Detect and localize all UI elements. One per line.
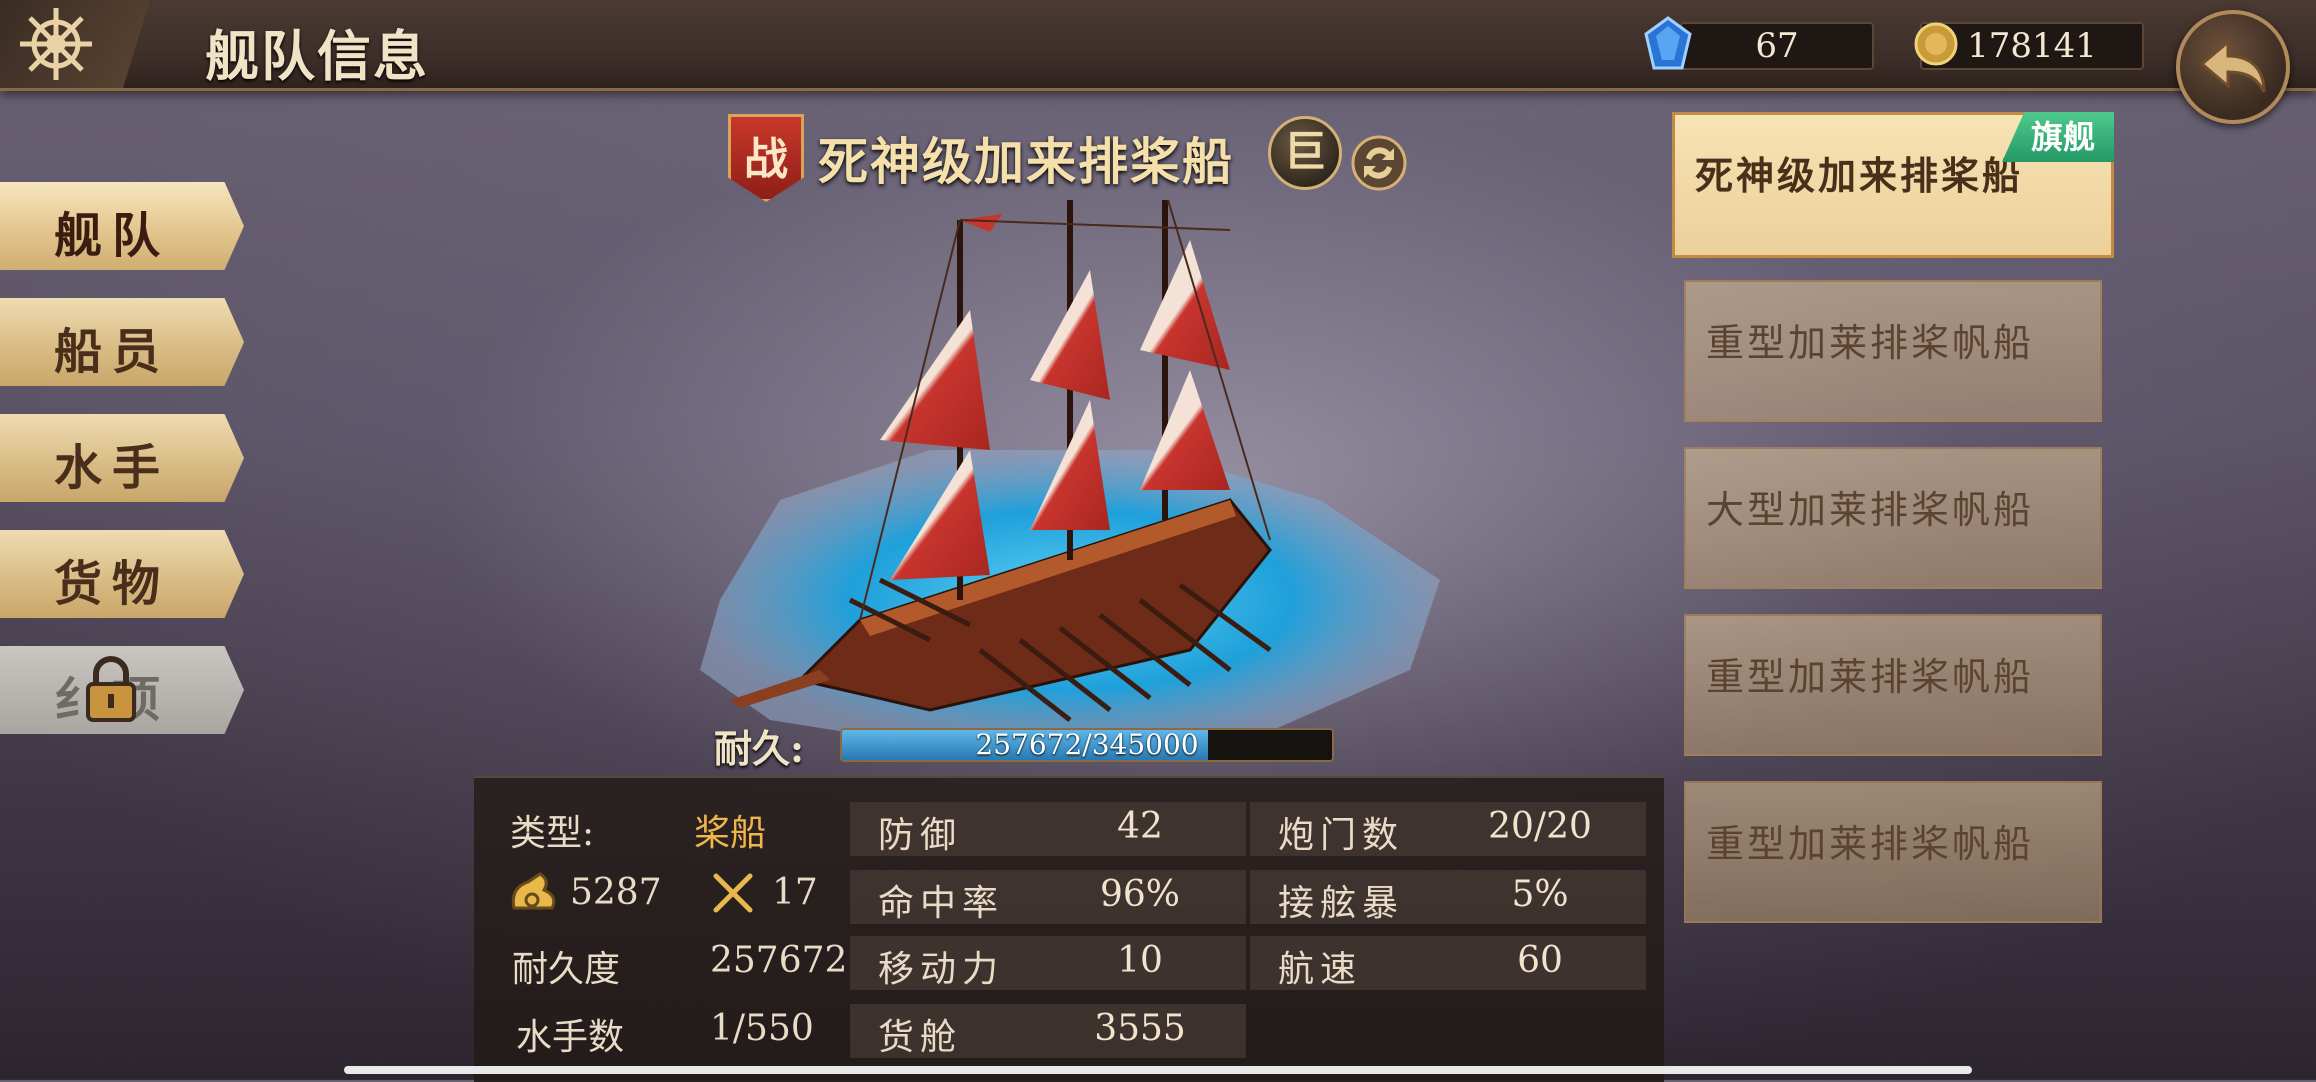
- fleet-ship-name: 大型加莱排桨帆船: [1706, 488, 2035, 532]
- tab-sailors[interactable]: 水手: [0, 414, 244, 502]
- tab-crew-label: 船员: [53, 324, 170, 380]
- stat-boarding-crit-value: 5%: [1511, 874, 1569, 915]
- fleet-ship-name: 重型加莱排桨帆船: [1706, 655, 2035, 699]
- stat-defense-label: 防御: [878, 815, 963, 856]
- lock-icon: [86, 656, 136, 722]
- stat-gunports-value: 20/20: [1488, 806, 1592, 847]
- flagship-ribbon: 旗舰: [2002, 112, 2114, 162]
- stat-mobility: 移动力 10: [850, 936, 1246, 990]
- stat-speed: 航速 60: [1250, 936, 1646, 990]
- endurance-value: 257672: [710, 940, 848, 981]
- type-label: 类型:: [510, 813, 595, 854]
- stat-defense: 防御 42: [850, 802, 1246, 856]
- tab-sailors-label: 水手: [53, 440, 170, 496]
- supply-value: 5287: [570, 872, 662, 913]
- stat-boarding-crit-label: 接舷暴: [1278, 883, 1405, 924]
- crossed-swords-icon: [713, 873, 753, 913]
- stat-mobility-value: 10: [1117, 940, 1163, 981]
- stat-accuracy-value: 96%: [1099, 874, 1180, 915]
- ship-name: 死神级加来排桨船: [818, 132, 1234, 191]
- page-title: 舰队信息: [205, 24, 429, 88]
- endurance-label: 耐久度: [512, 949, 621, 990]
- battle-badge: 战: [728, 114, 804, 202]
- sailors-label: 水手数: [516, 1017, 625, 1058]
- fleet-ship-name: 重型加莱排桨帆船: [1706, 321, 2035, 365]
- stat-cargo: 货舱 3555: [850, 1004, 1246, 1058]
- top-bar: 舰队信息 67 178141: [0, 0, 2316, 124]
- stat-accuracy: 命中率 96%: [850, 870, 1246, 924]
- type-value: 桨船: [694, 813, 767, 854]
- stat-speed-label: 航速: [1278, 949, 1363, 990]
- fleet-ship-card[interactable]: 重型加莱排桨帆船: [1684, 280, 2102, 422]
- stat-speed-value: 60: [1517, 940, 1563, 981]
- tab-cargo-label: 货物: [53, 556, 170, 612]
- fleet-ship-card[interactable]: 重型加莱排桨帆船: [1684, 614, 2102, 756]
- durability-value: 257672/345000: [975, 728, 1199, 761]
- stat-mobility-label: 移动力: [878, 949, 1005, 990]
- attack-value: 17: [772, 872, 818, 913]
- durability-bar: 257672/345000: [840, 728, 1334, 762]
- tab-fleet[interactable]: 舰队: [0, 182, 244, 270]
- supply-icon: [511, 872, 556, 910]
- fleet-ship-card[interactable]: 死神级加来排桨船 旗舰: [1672, 112, 2114, 258]
- fleet-ship-name: 重型加莱排桨帆船: [1706, 822, 2035, 866]
- fleet-ship-card[interactable]: 重型加莱排桨帆船: [1684, 781, 2102, 923]
- size-badge: 巨: [1268, 116, 1342, 190]
- stat-accuracy-label: 命中率: [878, 883, 1005, 924]
- fleet-ship-card[interactable]: 大型加莱排桨帆船: [1684, 447, 2102, 589]
- swap-icon[interactable]: [1350, 134, 1408, 192]
- stat-defense-value: 42: [1117, 806, 1163, 847]
- gem-counter: 67: [1680, 22, 1874, 70]
- back-arrow-icon: [2199, 38, 2266, 93]
- tab-fleet-label: 舰队: [53, 208, 170, 264]
- back-button[interactable]: [2176, 10, 2290, 124]
- tab-crew[interactable]: 船员: [0, 298, 244, 386]
- stat-boarding-crit: 接舷暴 5%: [1250, 870, 1646, 924]
- stat-cargo-value: 3555: [1094, 1008, 1186, 1049]
- ship-wheel-icon: [20, 8, 92, 80]
- home-indicator: [344, 1066, 1972, 1074]
- fleet-ship-name: 死神级加来排桨船: [1695, 153, 2024, 198]
- gem-icon: [1644, 16, 1692, 70]
- stat-gunports-label: 炮门数: [1278, 815, 1405, 856]
- ship-stats-panel: 类型: 桨船 5287 17 耐久度 257672 水手数 1/550 防御 4…: [474, 776, 1664, 1082]
- battle-badge-text: 战: [744, 134, 788, 185]
- ship-model: [700, 200, 1440, 750]
- tab-cargo[interactable]: 货物: [0, 530, 244, 618]
- gold-coin-icon: [1914, 22, 1958, 66]
- stat-cargo-label: 货舱: [878, 1017, 963, 1058]
- stat-gunports: 炮门数 20/20: [1250, 802, 1646, 856]
- sailors-value: 1/550: [710, 1008, 814, 1049]
- durability-label: 耐久:: [714, 726, 805, 771]
- tab-locked[interactable]: 纟项: [0, 646, 244, 734]
